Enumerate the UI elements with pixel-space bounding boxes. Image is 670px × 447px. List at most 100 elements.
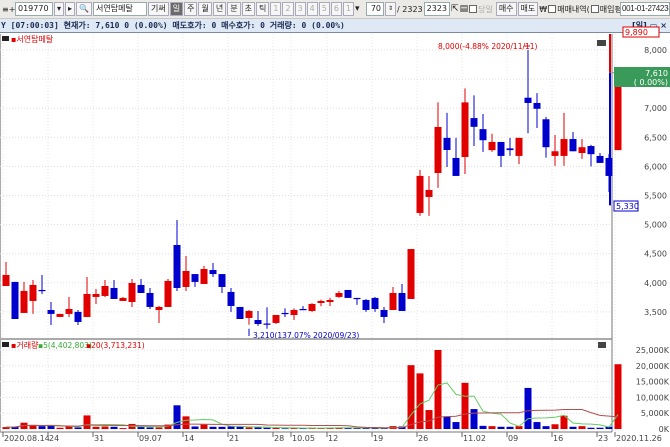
candle-body	[56, 313, 64, 317]
candle-body	[155, 306, 163, 310]
volume-bar	[533, 422, 541, 429]
volume-bar	[551, 424, 559, 429]
price-tick-label: 5,500	[644, 192, 667, 201]
candle-body	[389, 292, 397, 310]
candle-body	[38, 289, 46, 292]
volume-bar	[110, 426, 118, 429]
date-label: 16	[553, 434, 563, 443]
candle-body	[11, 281, 19, 320]
candle-body	[326, 299, 334, 303]
candle-body	[263, 323, 271, 325]
date-label: 23	[598, 434, 608, 443]
date-label: 19	[373, 434, 383, 443]
candle-body	[110, 287, 118, 299]
candle-body	[407, 249, 415, 299]
date-label: 26	[418, 434, 428, 443]
candle-body	[164, 280, 172, 307]
volume-bar	[524, 387, 532, 429]
volume-pane-toggle-icon	[598, 342, 606, 348]
stock-chart[interactable]: 8,0007,5007,0006,5006,0005,5005,0004,500…	[0, 0, 670, 447]
volume-bar	[479, 425, 487, 429]
volume-bar	[506, 426, 514, 429]
volume-bar	[263, 427, 271, 429]
volume-tick-label: 20,000K	[636, 362, 670, 371]
volume-bar	[542, 426, 550, 429]
candle-body	[20, 290, 28, 313]
candle-body	[524, 97, 532, 103]
candle-body	[488, 141, 496, 151]
candle-body	[515, 137, 523, 156]
candle-body	[245, 310, 253, 318]
candle-body	[344, 289, 352, 298]
candle-body	[272, 314, 280, 323]
price-tick-label: 6,000	[644, 162, 667, 171]
candle-body	[533, 102, 541, 109]
date-label: 2020.11.26	[616, 434, 662, 443]
candle-body	[29, 284, 37, 301]
low-label: 5,330	[616, 202, 639, 211]
date-label: 21	[229, 434, 239, 443]
price-tick-label: 5,000	[644, 221, 667, 230]
candle-body	[254, 319, 262, 325]
candle-body	[560, 139, 568, 156]
candle-body	[137, 284, 145, 293]
volume-bar	[407, 365, 415, 429]
legend-toggle-icon	[2, 36, 9, 41]
volume-bar	[596, 427, 604, 429]
volume-bar	[191, 426, 199, 429]
date-label: 28	[274, 434, 284, 443]
volume-tick-label: 0K	[659, 425, 670, 434]
volume-bar	[272, 428, 280, 429]
candle-body	[479, 129, 487, 141]
account-field[interactable]: 001-01-27423-	[620, 2, 670, 16]
volume-bar	[200, 424, 208, 429]
date-label: 09.07	[139, 434, 162, 443]
candle-body	[74, 311, 82, 322]
volume-bar	[488, 426, 496, 429]
candle-body	[128, 282, 136, 303]
candle-body	[425, 189, 433, 197]
volume-bar	[416, 373, 424, 429]
volume-tick-label: 10,000K	[636, 393, 670, 402]
candle-body	[569, 139, 577, 152]
candle-body	[119, 297, 127, 301]
date-label: 24	[49, 434, 59, 443]
date-label: 12	[328, 434, 338, 443]
volume-bar	[146, 427, 154, 429]
volume-bar	[56, 427, 64, 429]
volume-bar	[74, 427, 82, 429]
volume-bar	[209, 426, 217, 429]
candle-body	[542, 119, 550, 148]
candle-body	[227, 291, 235, 306]
price-tick-label: 8,000	[644, 46, 667, 55]
candle-body	[209, 269, 217, 275]
volume-bar	[218, 426, 226, 429]
candle-body	[353, 297, 361, 300]
candle-body	[2, 275, 10, 287]
volume-ma5-legend: ▪5(4,402,803)	[38, 341, 92, 350]
volume-bar	[452, 422, 460, 429]
current-change-label: ( 0.00%)	[634, 78, 668, 87]
volume-ma20-legend: ▪20(3,713,231)	[86, 341, 145, 350]
candle-body	[371, 297, 379, 309]
price-tick-label: 7,000	[644, 104, 667, 113]
candle-body	[65, 308, 73, 314]
candle-body	[83, 293, 91, 317]
price-legend: ▪서연탑메탈	[11, 34, 54, 44]
volume-bar	[227, 426, 235, 429]
volume-bar	[236, 426, 244, 429]
candle-body	[443, 137, 451, 150]
candle-body	[551, 151, 559, 156]
volume-bar	[92, 426, 100, 429]
volume-legend-toggle-icon	[2, 342, 9, 347]
price-tick-label: 4,500	[644, 250, 667, 259]
volume-bar	[245, 427, 253, 429]
candle-body	[497, 141, 505, 156]
candle-body	[416, 175, 424, 213]
price-tick-label: 3,500	[644, 308, 667, 317]
candle-body	[299, 308, 307, 311]
volume-tick-label: 5,000K	[641, 409, 670, 418]
price-tick-label: 6,500	[644, 133, 667, 142]
candle-body	[92, 293, 100, 297]
high-label: 9,890	[625, 28, 648, 37]
